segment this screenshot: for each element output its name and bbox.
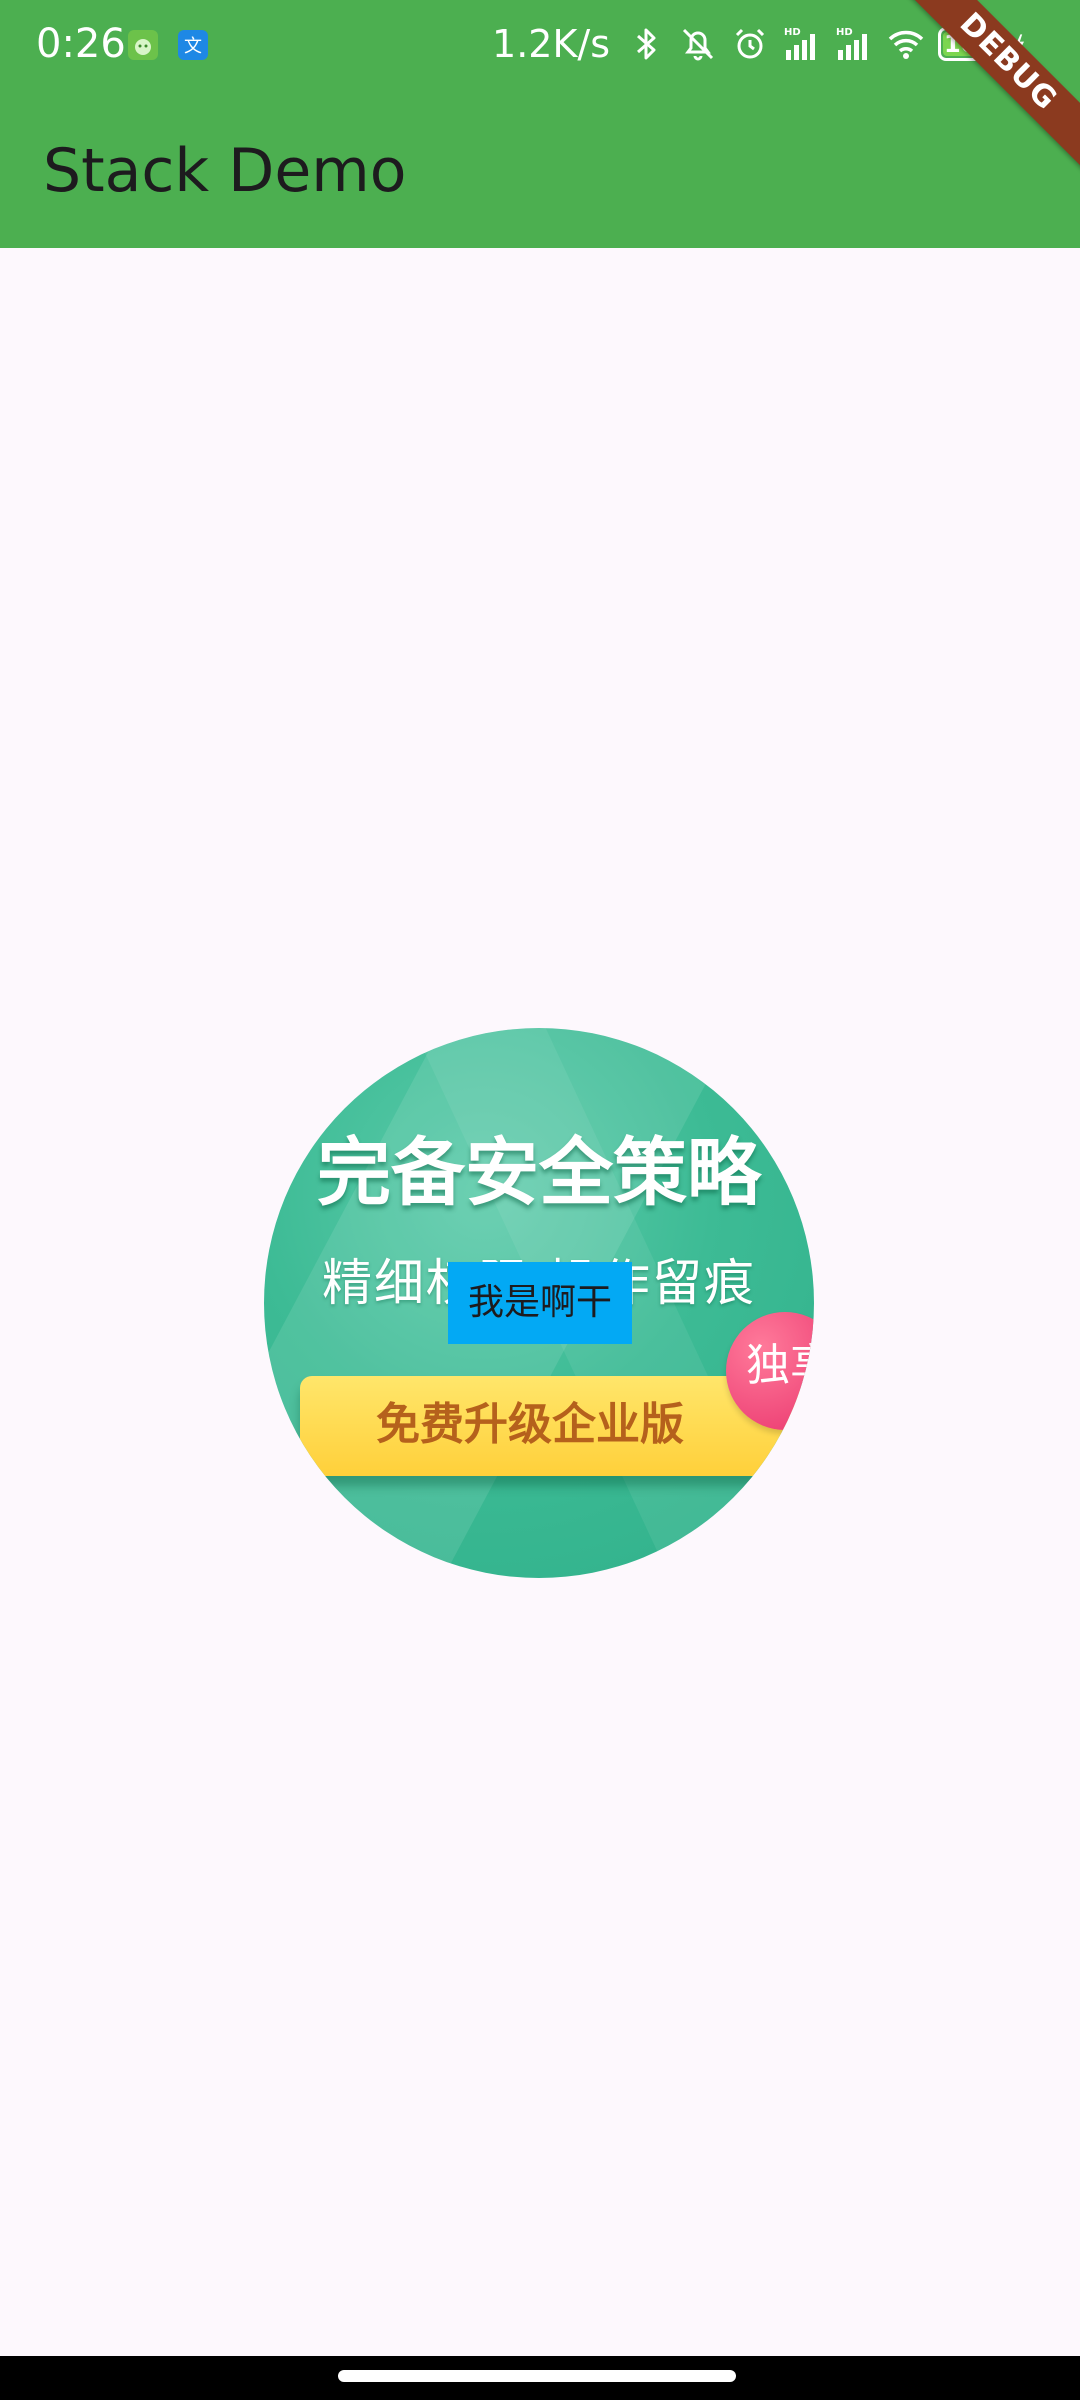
screen: 0:26 文 1.2K/s HD HD Stack Demo DEBUG 完备安…	[0, 0, 1080, 2400]
wifi-icon	[888, 30, 924, 59]
banner-cta: 免费升级企业版	[300, 1376, 800, 1476]
signal-hd-icon: HD	[784, 27, 815, 60]
network-speed: 1.2K/s	[492, 22, 610, 66]
status-time: 0:26	[36, 21, 126, 67]
bluetooth-icon	[637, 28, 656, 60]
android-icon	[128, 30, 158, 60]
banner-cta-label: 免费升级企业版	[376, 1399, 684, 1450]
svg-text:HD: HD	[784, 27, 801, 38]
banner-badge-label: 独享	[746, 1340, 814, 1391]
translate-icon: 文	[178, 30, 208, 60]
stacked-text-label: 我是啊干	[448, 1262, 632, 1344]
status-bar: 0:26 文 1.2K/s HD HD	[0, 0, 1080, 88]
navigation-bar	[0, 2356, 1080, 2400]
alarm-icon	[735, 28, 765, 59]
svg-text:HD: HD	[836, 27, 853, 38]
mute-icon	[682, 28, 714, 61]
banner-headline: 完备安全策略	[317, 1130, 761, 1216]
signal-hd-icon: HD	[836, 27, 867, 60]
page-title: Stack Demo	[43, 136, 407, 206]
app-bar: 0:26 文 1.2K/s HD HD Stack Demo	[0, 0, 1080, 248]
home-indicator[interactable]	[338, 2370, 736, 2382]
svg-text:文: 文	[184, 36, 202, 57]
